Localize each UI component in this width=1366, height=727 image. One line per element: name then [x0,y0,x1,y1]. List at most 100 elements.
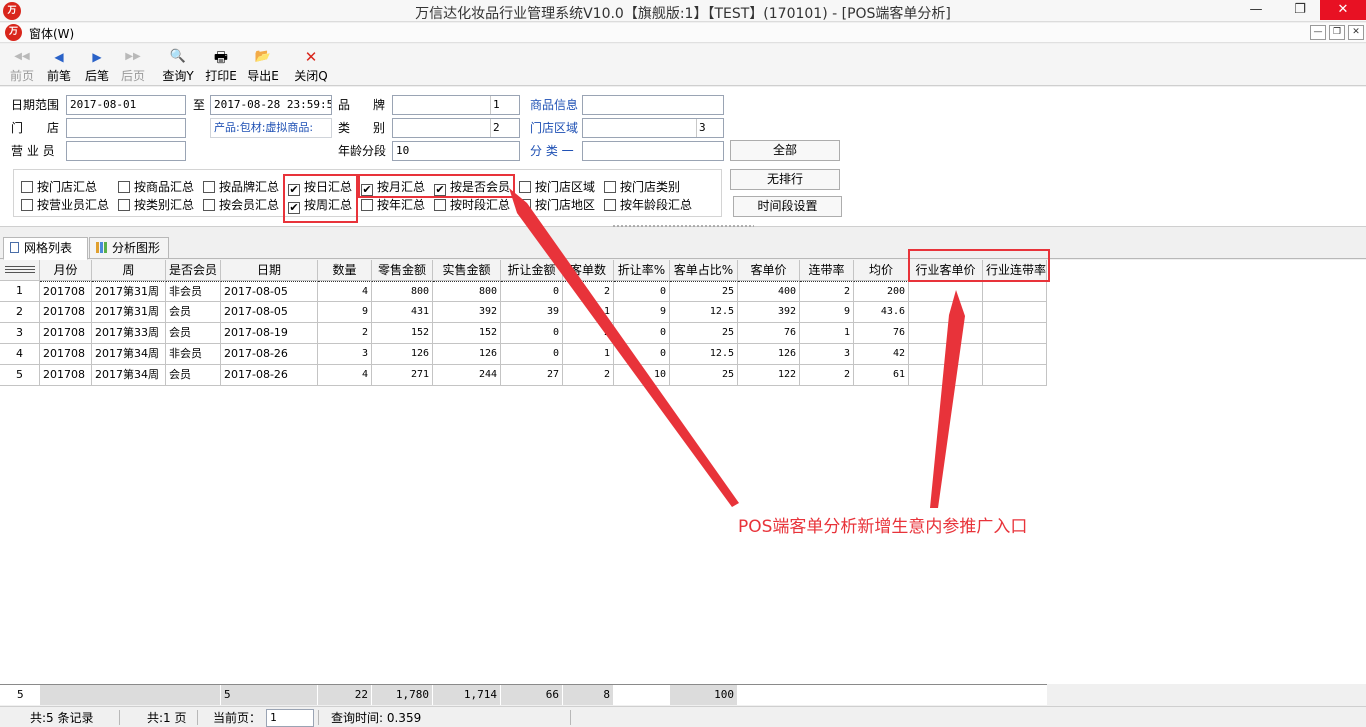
checkbox-by-store-region[interactable]: 按门店地区 [519,197,595,214]
table-cell[interactable]: 2 [800,365,854,386]
checkbox-by-membership[interactable]: 按会员汇总 [203,197,279,214]
column-header[interactable]: 周 [92,260,166,281]
table-cell[interactable]: 39 [501,302,563,323]
checkbox-by-age-group[interactable]: 按年龄段汇总 [604,197,692,214]
row-number[interactable]: 2 [0,302,40,323]
salesperson-input[interactable] [66,141,186,161]
window-minimize-button[interactable]: — [1236,0,1276,20]
checkbox-by-brand[interactable]: 按品牌汇总 [203,179,279,196]
column-header[interactable]: 均价 [854,260,909,281]
tab-grid-list[interactable]: 网格列表 [3,237,88,260]
checkbox-by-member[interactable]: ✔ 按是否会员 [434,179,510,196]
table-cell[interactable]: 76 [854,323,909,344]
table-cell[interactable]: 3 [318,344,372,365]
row-number[interactable]: 1 [0,281,40,302]
table-cell[interactable]: 392 [738,302,800,323]
column-header[interactable]: 连带率 [800,260,854,281]
table-cell[interactable]: 1 [800,323,854,344]
checkbox-by-store-area[interactable]: 按门店区域 [519,179,595,196]
checkbox-box[interactable] [21,181,33,193]
mdi-minimize-button[interactable]: — [1310,25,1326,40]
table-cell[interactable]: 42 [854,344,909,365]
checkbox-by-day[interactable]: ✔ 按日汇总 [288,179,352,196]
row-number[interactable]: 3 [0,323,40,344]
table-cell[interactable]: 201708 [40,344,92,365]
checkbox-box[interactable] [519,181,531,193]
checkbox-by-year[interactable]: 按年汇总 [361,197,425,214]
table-cell[interactable]: 2 [563,281,614,302]
table-cell[interactable]: 200 [854,281,909,302]
mdi-close-button[interactable]: ✕ [1348,25,1364,40]
column-header[interactable]: 是否会员 [166,260,221,281]
window-restore-button[interactable]: ❐ [1280,0,1320,20]
table-cell[interactable] [909,323,983,344]
first-page-button[interactable]: ◀◀ 前页 [6,47,38,85]
table-cell[interactable]: 126 [738,344,800,365]
table-cell[interactable]: 392 [433,302,501,323]
table-cell[interactable]: 2017-08-26 [221,344,318,365]
store-input[interactable] [66,118,186,138]
checkbox-box[interactable] [604,199,616,211]
checkbox-box[interactable] [361,199,373,211]
classify-input[interactable] [582,141,724,161]
column-header[interactable]: 客单价 [738,260,800,281]
column-header[interactable]: 折让率% [614,260,670,281]
table-cell[interactable]: 2 [563,323,614,344]
table-cell[interactable] [909,281,983,302]
no-rank-button[interactable]: 无排行 [730,169,840,190]
column-header[interactable]: 日期 [221,260,318,281]
checkbox-box[interactable]: ✔ [288,184,300,196]
table-cell[interactable]: 2 [800,281,854,302]
column-header[interactable]: 客单数 [563,260,614,281]
table-cell[interactable]: 12.5 [670,344,738,365]
table-cell[interactable]: 12.5 [670,302,738,323]
table-cell[interactable] [983,323,1047,344]
table-cell[interactable]: 2017第31周 [92,302,166,323]
product-info-link[interactable]: 商品信息 [530,96,578,114]
table-cell[interactable]: 61 [854,365,909,386]
table-cell[interactable]: 25 [670,323,738,344]
checkbox-by-store-type[interactable]: 按门店类别 [604,179,680,196]
table-cell[interactable]: 2017-08-05 [221,281,318,302]
table-cell[interactable]: 0 [501,323,563,344]
checkbox-box[interactable] [519,199,531,211]
table-cell[interactable]: 244 [433,365,501,386]
table-cell[interactable]: 2 [318,323,372,344]
table-cell[interactable]: 2017-08-19 [221,323,318,344]
column-header[interactable]: 零售金额 [372,260,433,281]
mdi-restore-button[interactable]: ❐ [1329,25,1345,40]
time-slot-setting-button[interactable]: 时间段设置 [733,196,842,217]
prev-record-button[interactable]: ◀ 前笔 [43,47,75,85]
checkbox-box[interactable] [118,181,130,193]
table-cell[interactable]: 2017-08-05 [221,302,318,323]
classify-link[interactable]: 分 类 一 [530,142,574,160]
table-cell[interactable]: 152 [433,323,501,344]
checkbox-box[interactable]: ✔ [288,202,300,214]
table-cell[interactable] [983,344,1047,365]
checkbox-by-salesperson[interactable]: 按营业员汇总 [21,197,109,214]
store-area-link[interactable]: 门店区域 [530,119,578,137]
checkbox-box[interactable] [118,199,130,211]
table-cell[interactable]: 10 [614,365,670,386]
tab-analysis-chart[interactable]: 分析图形 [89,237,169,259]
column-header[interactable]: 月份 [40,260,92,281]
checkbox-box[interactable] [604,181,616,193]
table-cell[interactable]: 非会员 [166,281,221,302]
menu-window[interactable]: 窗体(W) [29,25,74,42]
table-cell[interactable]: 25 [670,365,738,386]
table-cell[interactable]: 126 [372,344,433,365]
table-cell[interactable]: 2017第34周 [92,365,166,386]
column-header[interactable]: 客单占比% [670,260,738,281]
table-cell[interactable]: 0 [614,281,670,302]
table-cell[interactable]: 3 [800,344,854,365]
table-cell[interactable] [909,344,983,365]
table-cell[interactable]: 2017第33周 [92,323,166,344]
table-cell[interactable]: 会员 [166,323,221,344]
table-cell[interactable]: 4 [318,281,372,302]
checkbox-by-category[interactable]: 按类别汇总 [118,197,194,214]
all-button[interactable]: 全部 [730,140,840,161]
table-cell[interactable]: 0 [501,281,563,302]
table-cell[interactable] [983,365,1047,386]
table-cell[interactable]: 2 [563,365,614,386]
table-cell[interactable]: 800 [433,281,501,302]
